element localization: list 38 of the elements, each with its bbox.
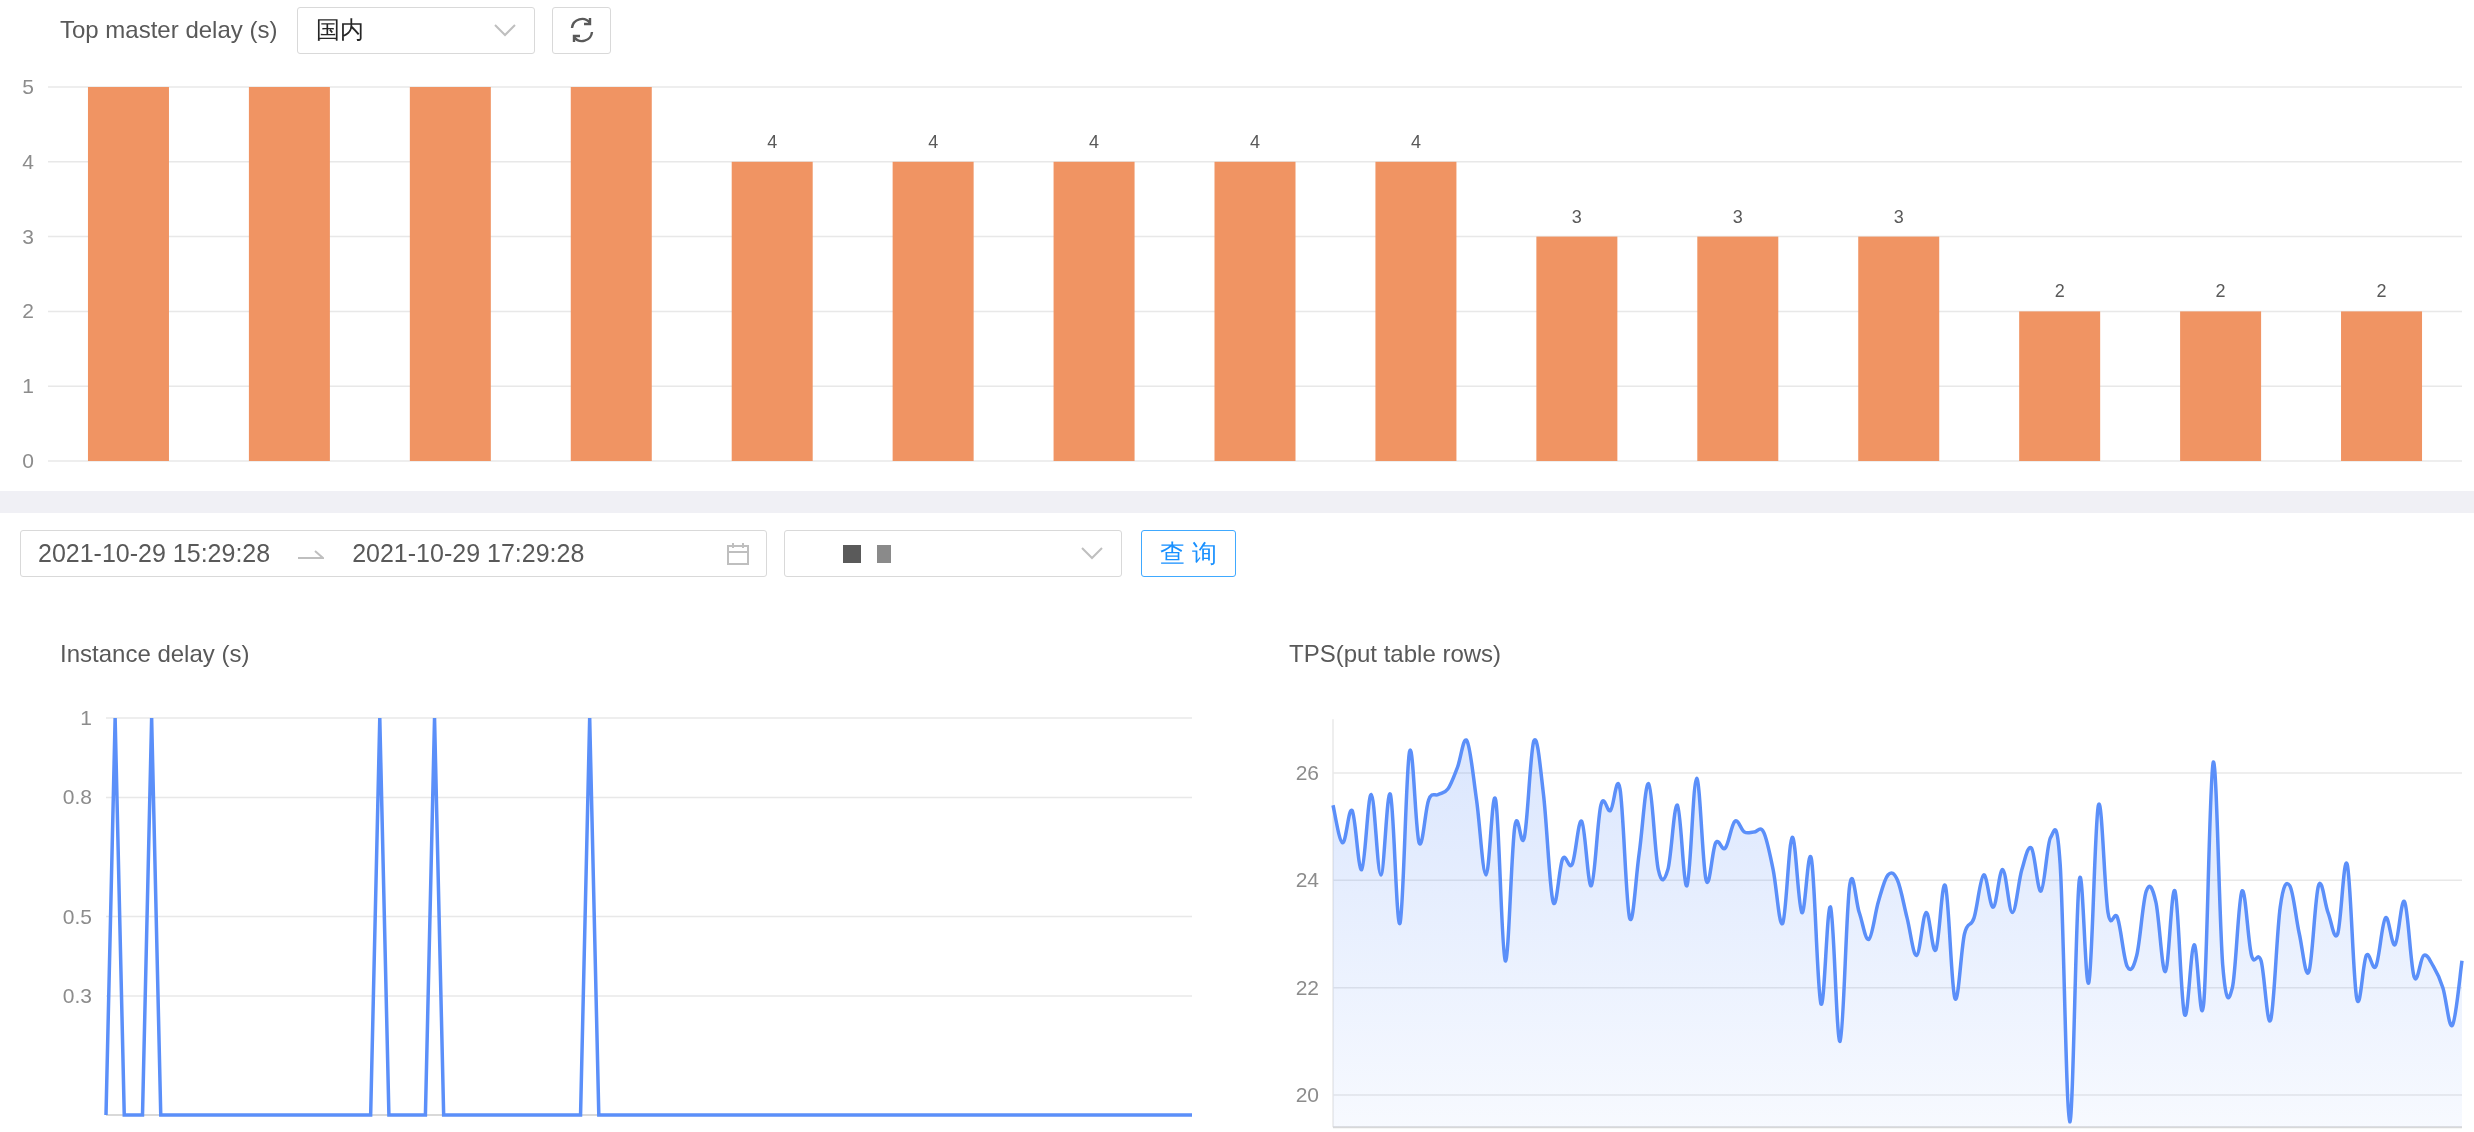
refresh-button[interactable] (552, 6, 612, 54)
axis-label: 0 (22, 449, 34, 472)
data-label: 3 (1893, 206, 1904, 227)
axis-label: 0.8 (62, 785, 92, 809)
data-label: 2 (2376, 281, 2387, 302)
date-range-field[interactable]: 2021-10-29 15:29:28 2021-10-29 17:29:28 (20, 530, 767, 577)
axis-label: 0.5 (62, 904, 92, 928)
data-label: 2 (2054, 281, 2065, 302)
data-label: 4 (1089, 131, 1100, 152)
data-label: 4 (1250, 131, 1260, 152)
data-label: 4 (767, 131, 778, 152)
data-label: 2 (2215, 281, 2226, 302)
redacted-text-drawing (843, 544, 891, 563)
axis-label: 22 (1295, 975, 1319, 999)
axis-label: 4 (22, 149, 34, 173)
axis-label: 1 (80, 706, 92, 729)
data-label: 3 (1732, 206, 1743, 227)
axis-label: 20 (1295, 1083, 1319, 1106)
axis-label: 5 (22, 75, 34, 98)
data-label: 4 (928, 131, 939, 152)
select-field[interactable]: 国内 (297, 6, 536, 54)
data-label: 4 (1410, 131, 1421, 152)
start-time: 2021-10-29 15:29:28 (38, 539, 271, 568)
axis-label: 0.3 (62, 983, 92, 1007)
axis-label: 1 (22, 374, 34, 398)
data-label: 3 (1571, 206, 1582, 227)
chart-title: TPS(put table rows) (1289, 640, 1502, 667)
axis-label: 24 (1295, 868, 1319, 892)
chart-title: Instance delay (s) (60, 640, 250, 667)
chevron-down-icon (494, 23, 517, 37)
axis-label: 3 (22, 224, 34, 248)
axis-label: 2 (22, 299, 34, 323)
end-time: 2021-10-29 17:29:28 (352, 539, 586, 568)
calendar-icon (726, 541, 750, 566)
panel-title: Top master delay (s) (60, 16, 278, 44)
select-field[interactable] (784, 530, 1122, 577)
chevron-down-icon (1081, 547, 1103, 560)
axis-label: 26 (1295, 761, 1319, 784)
